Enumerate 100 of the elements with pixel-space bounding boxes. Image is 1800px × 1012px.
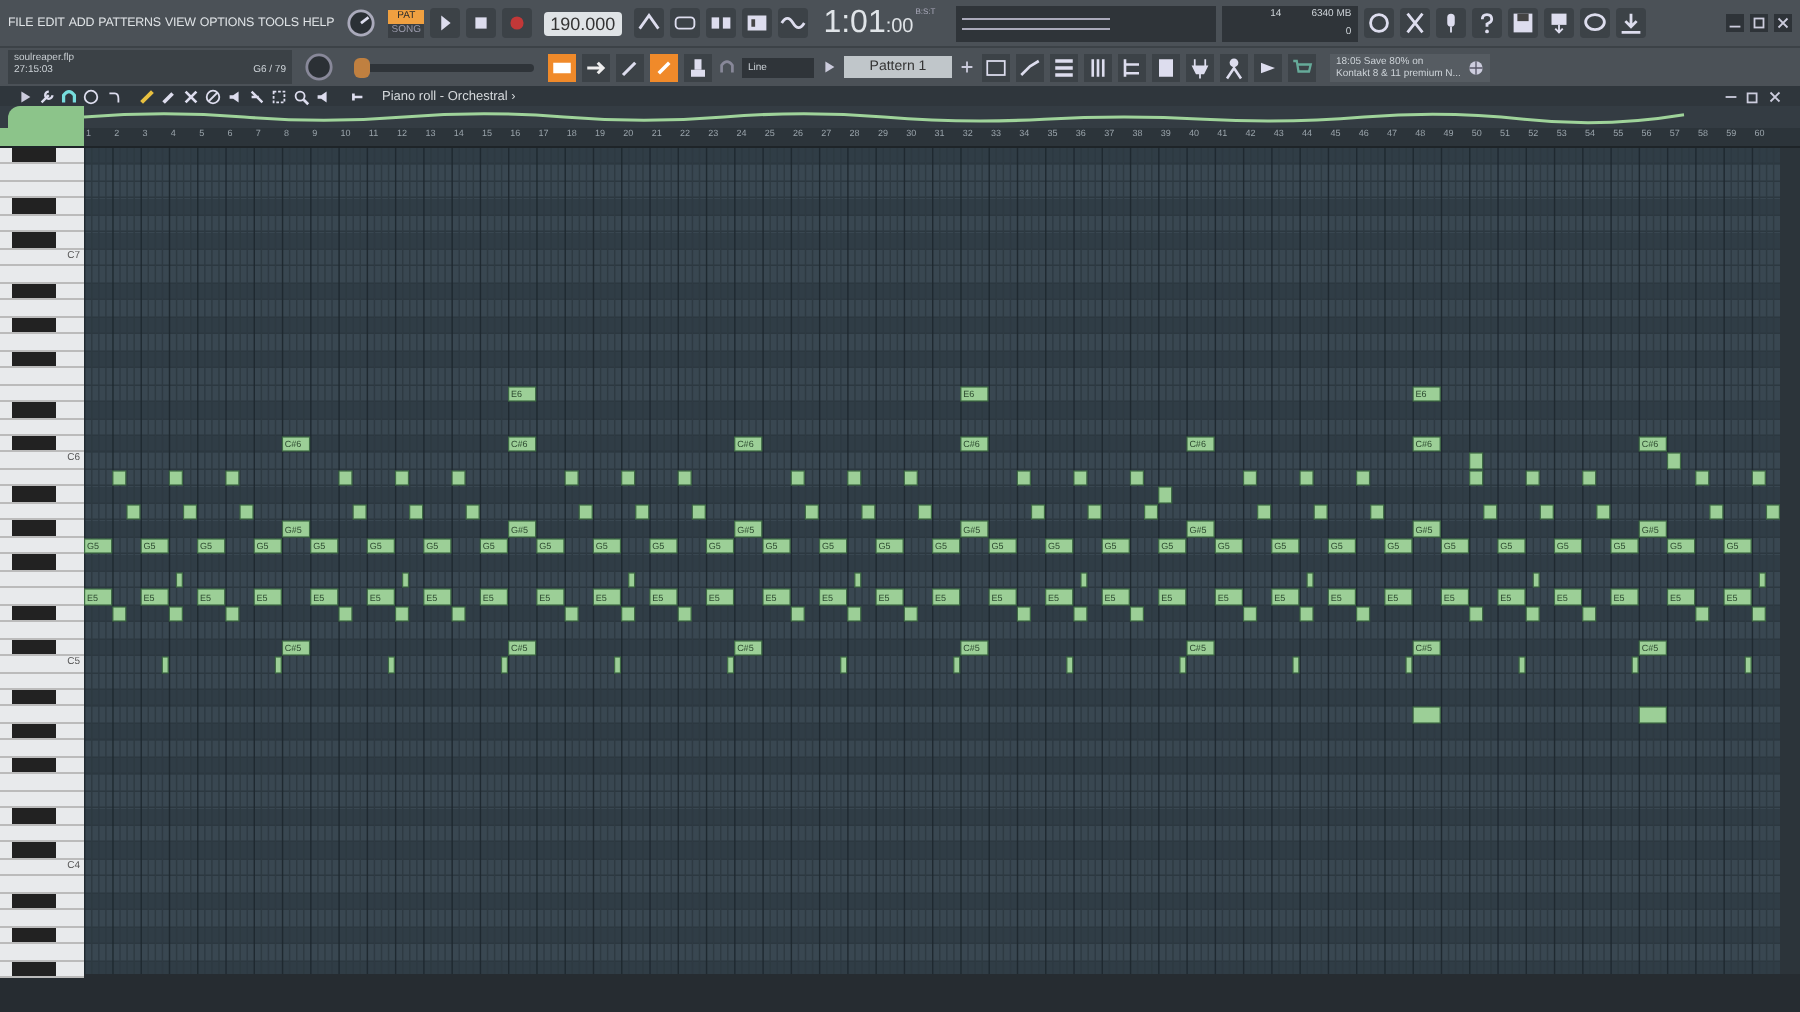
note[interactable] bbox=[225, 470, 240, 486]
note[interactable] bbox=[1631, 656, 1639, 674]
note[interactable] bbox=[1539, 504, 1554, 520]
note[interactable] bbox=[621, 606, 636, 622]
minimize-icon[interactable] bbox=[1726, 14, 1744, 32]
sharp-key[interactable] bbox=[0, 284, 84, 300]
note[interactable] bbox=[1179, 656, 1187, 674]
browser-icon[interactable] bbox=[1118, 53, 1146, 81]
playlist-icon[interactable] bbox=[982, 53, 1010, 81]
note-grid[interactable] bbox=[84, 148, 1780, 978]
note[interactable] bbox=[1080, 572, 1088, 588]
note[interactable] bbox=[394, 606, 410, 622]
note[interactable] bbox=[677, 606, 692, 622]
note[interactable] bbox=[409, 504, 424, 520]
note[interactable] bbox=[903, 470, 918, 486]
note[interactable] bbox=[1257, 504, 1272, 520]
note[interactable] bbox=[274, 656, 282, 674]
note[interactable] bbox=[1299, 606, 1314, 622]
horizontal-scrollbar[interactable] bbox=[0, 974, 1800, 1012]
note[interactable] bbox=[161, 656, 169, 674]
sharp-key[interactable] bbox=[0, 758, 84, 774]
slice-icon[interactable] bbox=[248, 87, 266, 105]
note[interactable] bbox=[1596, 504, 1611, 520]
note[interactable] bbox=[1313, 504, 1328, 520]
close-icon[interactable] bbox=[1774, 14, 1792, 32]
note[interactable] bbox=[1030, 504, 1046, 520]
arrow-right-icon[interactable] bbox=[582, 53, 610, 81]
sharp-key[interactable] bbox=[0, 808, 84, 826]
sharp-key[interactable] bbox=[0, 928, 84, 944]
brush-icon[interactable] bbox=[160, 87, 178, 105]
sharp-key[interactable] bbox=[0, 486, 84, 504]
note[interactable] bbox=[1129, 606, 1144, 622]
note[interactable] bbox=[1525, 606, 1540, 622]
note[interactable] bbox=[500, 656, 508, 674]
note[interactable] bbox=[1073, 606, 1088, 622]
sharp-key[interactable] bbox=[0, 436, 84, 452]
note[interactable] bbox=[578, 504, 593, 520]
note[interactable] bbox=[1758, 572, 1766, 588]
note[interactable] bbox=[1356, 470, 1371, 486]
note[interactable] bbox=[628, 572, 636, 588]
note[interactable] bbox=[1242, 606, 1258, 622]
note[interactable] bbox=[451, 606, 466, 622]
restore-icon[interactable] bbox=[1744, 87, 1762, 105]
note[interactable] bbox=[1709, 504, 1724, 520]
knob-icon[interactable] bbox=[304, 52, 334, 82]
note[interactable] bbox=[1765, 504, 1780, 520]
note[interactable] bbox=[1292, 656, 1300, 674]
note[interactable] bbox=[903, 606, 918, 622]
note[interactable] bbox=[614, 656, 622, 674]
mute-icon[interactable] bbox=[204, 87, 222, 105]
person-icon[interactable] bbox=[1220, 53, 1248, 81]
note[interactable] bbox=[635, 504, 650, 520]
download-icon[interactable] bbox=[1615, 8, 1646, 38]
note[interactable] bbox=[126, 504, 141, 520]
delete-icon[interactable] bbox=[182, 87, 200, 105]
note[interactable] bbox=[1582, 470, 1597, 486]
countdown-icon[interactable] bbox=[705, 8, 736, 38]
undo-icon[interactable] bbox=[104, 87, 122, 105]
note[interactable] bbox=[847, 606, 862, 622]
wrench-icon[interactable] bbox=[38, 87, 56, 105]
stop-icon[interactable] bbox=[466, 8, 497, 38]
note[interactable] bbox=[564, 470, 579, 486]
note-color-tab[interactable] bbox=[8, 106, 84, 128]
note[interactable] bbox=[1582, 606, 1597, 622]
note[interactable] bbox=[1016, 470, 1031, 486]
note[interactable] bbox=[861, 504, 876, 520]
zoom-icon[interactable] bbox=[292, 87, 310, 105]
note[interactable] bbox=[1518, 656, 1526, 674]
note[interactable] bbox=[1066, 656, 1074, 674]
play-icon[interactable] bbox=[430, 8, 461, 38]
note[interactable] bbox=[1751, 606, 1766, 622]
sharp-key[interactable] bbox=[0, 606, 84, 622]
wave-icon[interactable] bbox=[777, 8, 808, 38]
note[interactable] bbox=[1306, 572, 1314, 588]
note[interactable] bbox=[790, 606, 805, 622]
sharp-key[interactable] bbox=[0, 554, 84, 572]
note[interactable] bbox=[1532, 572, 1540, 588]
note[interactable] bbox=[1412, 706, 1441, 724]
note[interactable] bbox=[465, 504, 480, 520]
sharp-key[interactable] bbox=[0, 690, 84, 706]
note[interactable] bbox=[1073, 470, 1088, 486]
note[interactable] bbox=[338, 470, 353, 486]
help-icon[interactable] bbox=[1471, 8, 1502, 38]
sharp-key[interactable] bbox=[0, 402, 84, 420]
sharp-key[interactable] bbox=[0, 232, 84, 250]
export-icon[interactable] bbox=[1543, 8, 1574, 38]
piano-roll-icon[interactable] bbox=[1016, 53, 1044, 81]
mixer-icon[interactable] bbox=[741, 8, 772, 38]
note[interactable] bbox=[953, 656, 961, 674]
sharp-key[interactable] bbox=[0, 520, 84, 538]
note[interactable] bbox=[1087, 504, 1102, 520]
slider-thumb[interactable] bbox=[354, 57, 370, 77]
note[interactable] bbox=[175, 572, 183, 588]
magnet-icon[interactable] bbox=[60, 87, 78, 105]
note[interactable] bbox=[790, 470, 805, 486]
link-icon[interactable] bbox=[650, 53, 678, 81]
microphone-icon[interactable] bbox=[1435, 8, 1466, 38]
plug-icon[interactable] bbox=[1186, 53, 1214, 81]
mixer-icon[interactable] bbox=[1084, 53, 1112, 81]
note[interactable] bbox=[804, 504, 819, 520]
